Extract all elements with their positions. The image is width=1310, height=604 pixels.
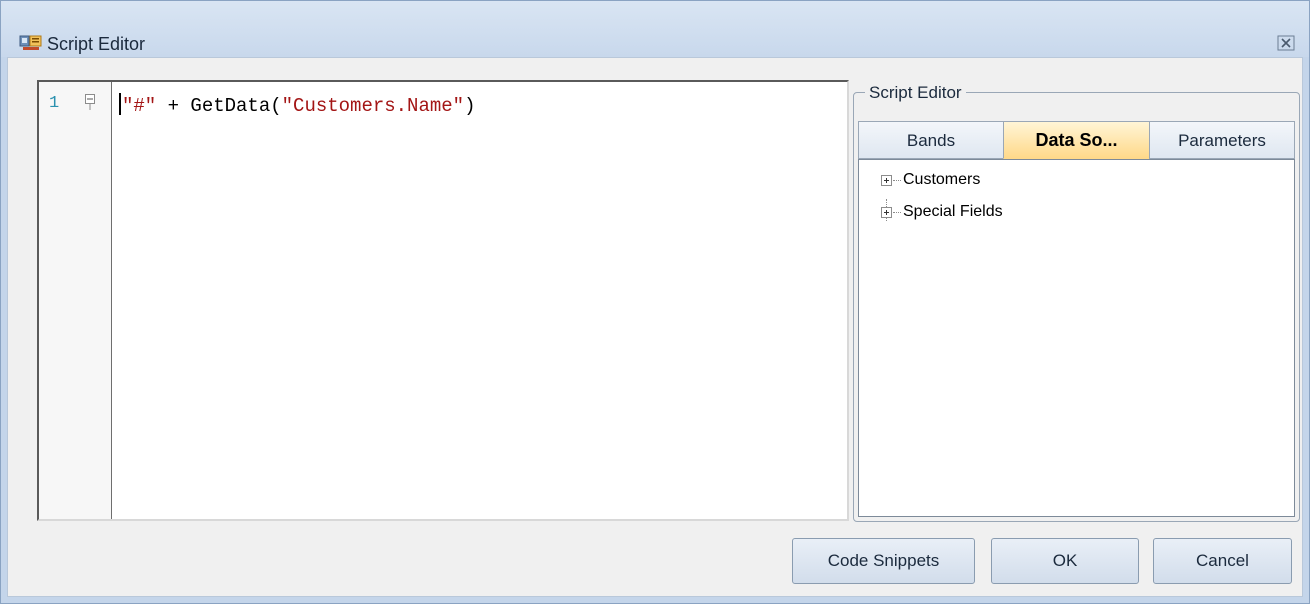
line-number-gutter: 1 [39, 82, 112, 519]
code-line-1[interactable]: "#" + GetData("Customers.Name") [119, 93, 475, 117]
code-string-token: "#" [122, 95, 157, 117]
dialog-body: 1 "#" + GetData("Customers.Name") Script… [7, 57, 1303, 597]
title-bar[interactable]: Script Editor [1, 1, 1309, 57]
code-operator-token: + GetData( [156, 95, 282, 117]
close-icon[interactable] [1277, 35, 1295, 51]
script-editor-app-icon [19, 35, 42, 50]
tab-bands[interactable]: Bands [858, 121, 1004, 159]
code-editor[interactable]: 1 "#" + GetData("Customers.Name") [37, 80, 849, 521]
code-snippets-button[interactable]: Code Snippets [792, 538, 975, 584]
side-panel-group-label: Script Editor [865, 83, 966, 103]
tree-connector-dots [893, 180, 901, 181]
ok-button[interactable]: OK [991, 538, 1139, 584]
script-editor-window: Script Editor 1 "#" + GetData("Customers… [0, 0, 1310, 604]
text-caret [119, 93, 121, 115]
tree-node-label[interactable]: Special Fields [903, 203, 1003, 221]
code-string-token: "Customers.Name" [281, 95, 465, 117]
tab-parameters[interactable]: Parameters [1149, 121, 1295, 159]
tree-node-label[interactable]: Customers [903, 171, 980, 189]
side-panel-tabs: Bands Data So... Parameters [858, 121, 1295, 159]
code-paren-token: ) [464, 95, 476, 117]
tab-data-sources[interactable]: Data So... [1003, 121, 1150, 159]
tree-connector-dots [893, 212, 901, 213]
plus-expander-icon[interactable] [881, 175, 892, 186]
window-title: Script Editor [47, 34, 146, 54]
data-source-tree: Customers Special Fields [858, 159, 1295, 517]
plus-expander-icon[interactable] [881, 207, 892, 218]
cancel-button[interactable]: Cancel [1153, 538, 1292, 584]
fold-collapse-icon[interactable] [85, 94, 95, 110]
line-number: 1 [49, 94, 60, 113]
